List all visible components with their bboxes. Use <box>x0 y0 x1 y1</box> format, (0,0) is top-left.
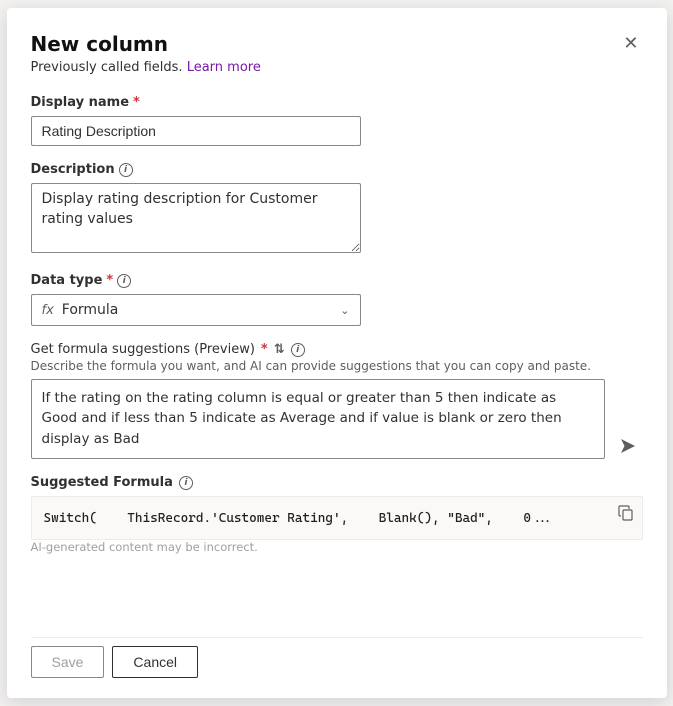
display-name-label: Display name * <box>31 95 643 110</box>
formula-suggestions-label: Get formula suggestions (Preview) * ⇅ i <box>31 342 643 357</box>
formula-suggestions-group: Get formula suggestions (Preview) * ⇅ i … <box>31 342 643 459</box>
display-name-group: Display name * <box>31 95 643 146</box>
formula-textarea[interactable]: If the rating on the rating column is eq… <box>31 379 605 459</box>
save-button[interactable]: Save <box>31 646 105 678</box>
close-button[interactable]: ✕ <box>619 32 642 54</box>
data-type-select-display[interactable]: fx Formula ⌄ <box>31 294 361 326</box>
dialog-title: New column <box>31 32 169 56</box>
dialog-footer: Save Cancel <box>31 637 643 678</box>
description-input[interactable]: Display rating description for Customer … <box>31 183 361 253</box>
suggested-formula-section: Suggested Formula i Switch( ThisRecord.'… <box>31 475 643 570</box>
data-type-value: Formula <box>62 302 119 318</box>
data-type-info-icon[interactable]: i <box>117 274 131 288</box>
description-label: Description i <box>31 162 643 177</box>
chevron-down-icon: ⌄ <box>340 304 349 317</box>
suggested-formula-label: Suggested Formula i <box>31 475 643 490</box>
formula-info-icon[interactable]: i <box>291 343 305 357</box>
formula-hint-text: Describe the formula you want, and AI ca… <box>31 359 643 373</box>
new-column-dialog: New column ✕ Previously called fields. L… <box>7 8 667 698</box>
description-info-icon[interactable]: i <box>119 163 133 177</box>
copy-formula-button[interactable] <box>618 505 634 526</box>
data-type-group: Data type * i fx Formula ⌄ <box>31 273 643 326</box>
suggested-formula-info-icon[interactable]: i <box>179 476 193 490</box>
required-star: * <box>133 95 140 110</box>
refresh-icon[interactable]: ⇅ <box>274 342 285 357</box>
data-type-select[interactable]: fx Formula ⌄ <box>31 294 361 326</box>
display-name-input[interactable] <box>31 116 361 146</box>
description-group: Description i Display rating description… <box>31 162 643 257</box>
cancel-button[interactable]: Cancel <box>112 646 198 678</box>
formula-input-outer: If the rating on the rating column is eq… <box>31 379 643 459</box>
formula-code: Switch( ThisRecord.'Customer Rating', Bl… <box>44 511 554 526</box>
formula-required-star: * <box>261 342 268 357</box>
dialog-header: New column ✕ <box>31 32 643 56</box>
data-type-required-star: * <box>106 273 113 288</box>
dialog-subtitle: Previously called fields. Learn more <box>31 60 643 75</box>
ai-disclaimer: AI-generated content may be incorrect. <box>31 540 643 554</box>
formula-code-wrapper: Switch( ThisRecord.'Customer Rating', Bl… <box>31 496 643 540</box>
learn-more-link[interactable]: Learn more <box>187 60 261 75</box>
send-formula-button[interactable] <box>613 433 643 459</box>
data-type-label: Data type * i <box>31 273 643 288</box>
fx-icon: fx <box>42 303 54 318</box>
